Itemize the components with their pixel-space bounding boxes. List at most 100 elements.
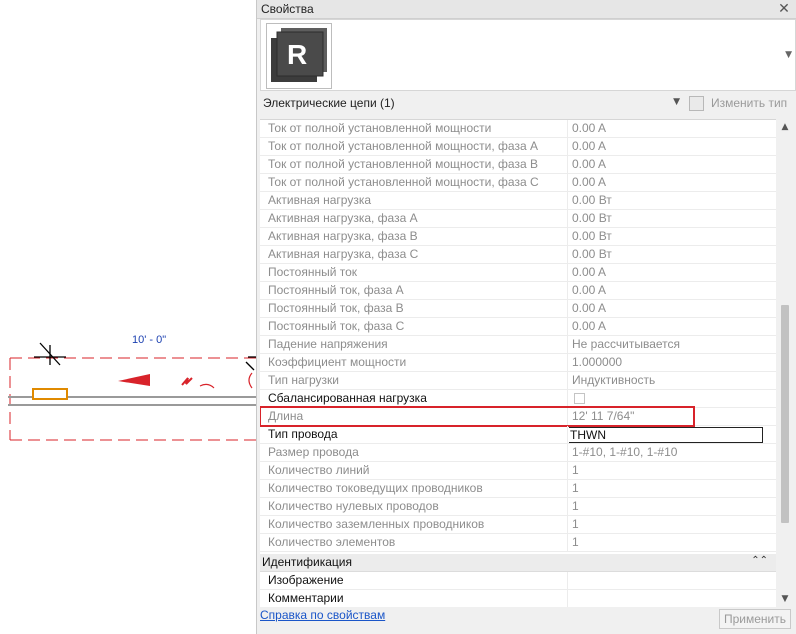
property-name: Тип провода [260,426,568,444]
property-value[interactable] [569,572,776,590]
property-row[interactable]: Комментарии [260,590,776,607]
property-value[interactable] [569,590,776,607]
property-row[interactable]: Размер провода 1-#10, 1-#10, 1-#10 [260,444,776,462]
property-name: Коэффициент мощности [260,354,568,372]
property-name: Комментарии [260,590,568,607]
property-row-length[interactable]: Длина 12' 11 7/64" [260,406,776,427]
property-name: Активная нагрузка, фаза B [260,228,568,246]
property-row[interactable]: Количество нулевых проводов 1 [260,498,776,516]
property-row[interactable]: Активная нагрузка, фаза C 0.00 Вт [260,246,776,264]
scrollbar-thumb[interactable] [781,305,789,523]
property-name: Количество элементов [260,534,568,552]
property-name: Ток от полной установленной мощности [260,120,568,138]
selection-filter-row: Электрические цепи (1) ▼ Изменить тип [260,93,796,115]
property-name: Размер провода [260,444,568,462]
property-row[interactable]: Количество линий 1 [260,462,776,480]
property-row[interactable]: Количество заземленных проводников 1 [260,516,776,534]
properties-palette: Свойства ✕ R ▼ Электрические цепи (1) ▼ … [256,0,796,634]
property-name: Постоянный ток, фаза B [260,300,568,318]
edit-type-button[interactable]: Изменить тип [687,93,791,115]
type-thumbnail: R [266,23,332,89]
property-value: 0.00 A [572,139,607,153]
edit-type-icon [689,96,704,111]
property-name: Сбалансированная нагрузка [260,390,568,408]
property-row[interactable]: Количество элементов 1 [260,534,776,552]
revit-logo-icon: R [271,28,327,82]
close-icon[interactable]: ✕ [777,1,791,17]
property-value: 0.00 A [572,157,607,171]
property-value [569,390,776,408]
property-name: Ток от полной установленной мощности, фа… [260,156,568,174]
property-name: Активная нагрузка, фаза A [260,210,568,228]
circuit-drawing [8,342,256,441]
property-row-wire-type[interactable]: Тип провода THWN [260,426,776,444]
apply-button[interactable]: Применить [719,609,791,629]
type-selector[interactable]: R ▼ [260,19,796,91]
scroll-up-icon[interactable]: ▲ [776,119,794,135]
collapse-chevron-icon[interactable]: ⌃⌃ [751,555,768,566]
properties-scrollbar[interactable]: ▲ ▼ [776,119,794,607]
property-name: Количество нулевых проводов [260,498,568,516]
property-name: Постоянный ток [260,264,568,282]
property-name: Ток от полной установленной мощности, фа… [260,138,568,156]
property-name: Количество заземленных проводников [260,516,568,534]
property-row[interactable]: Постоянный ток, фаза B 0.00 A [260,300,776,318]
properties-grid: Ток от полной установленной мощности 0.0… [260,119,776,607]
property-row[interactable]: Коэффициент мощности 1.000000 [260,354,776,372]
property-value: THWN [569,426,776,444]
property-row[interactable]: Изображение [260,572,776,590]
panel-bracket [248,372,253,389]
property-row[interactable]: Падение напряжения Не рассчитывается [260,336,776,354]
property-value: 1 [572,463,579,477]
selection-filter-label: Электрические цепи (1) [263,96,395,110]
electrical-device [32,388,68,400]
property-row[interactable]: Постоянный ток, фаза C 0.00 A [260,318,776,336]
property-row[interactable]: Ток от полной установленной мощности, фа… [260,174,776,192]
property-value: 0.00 A [572,265,607,279]
chevron-down-icon: ▼ [673,97,680,107]
property-name: Тип нагрузки [260,372,568,390]
chevron-down-icon[interactable]: ▼ [785,50,792,60]
circuit-direction-arrow [118,374,150,386]
dimension-label: 10' - 0" [132,334,167,346]
property-row[interactable]: Ток от полной установленной мощности, фа… [260,138,776,156]
property-value: Индуктивность [572,373,656,387]
property-row[interactable]: Постоянный ток, фаза A 0.00 A [260,282,776,300]
wire-type-input[interactable]: THWN [569,427,763,443]
property-value: 0.00 A [572,283,607,297]
property-value: 1 [572,517,579,531]
drawing-canvas[interactable]: 10' - 0" [0,0,256,634]
property-value: 1 [572,481,579,495]
property-row[interactable]: Ток от полной установленной мощности 0.0… [260,120,776,138]
property-name: Длина [260,408,568,426]
revit-logo-letter: R [287,39,307,70]
property-name: Постоянный ток, фаза A [260,282,568,300]
property-name: Количество линий [260,462,568,480]
property-value: 0.00 A [572,121,607,135]
property-value: 1.000000 [572,355,623,369]
property-name: Изображение [260,572,568,590]
group-header-identification[interactable]: Идентификация ⌃⌃ [260,554,776,572]
property-value: 1-#10, 1-#10, 1-#10 [572,445,678,459]
property-name: Падение напряжения [260,336,568,354]
property-row[interactable]: Активная нагрузка, фаза B 0.00 Вт [260,228,776,246]
property-row[interactable]: Постоянный ток 0.00 A [260,264,776,282]
property-value: 0.00 A [572,319,607,333]
property-row[interactable]: Активная нагрузка 0.00 Вт [260,192,776,210]
property-row[interactable]: Активная нагрузка, фаза A 0.00 Вт [260,210,776,228]
property-name: Количество токоведущих проводников [260,480,568,498]
property-row[interactable]: Тип нагрузки Индуктивность [260,372,776,390]
property-value: 0.00 Вт [572,247,612,261]
property-value: 0.00 Вт [572,193,612,207]
property-value: 1 [572,535,579,549]
property-name: Постоянный ток, фаза C [260,318,568,336]
properties-help-link[interactable]: Справка по свойствам [260,608,385,622]
property-value: Не рассчитывается [572,337,681,351]
selection-filter-dropdown[interactable]: Электрические цепи (1) ▼ [260,93,684,115]
property-row[interactable]: Количество токоведущих проводников 1 [260,480,776,498]
property-row-balanced-load[interactable]: Сбалансированная нагрузка [260,390,776,408]
scroll-down-icon[interactable]: ▼ [776,591,794,607]
property-row[interactable]: Ток от полной установленной мощности, фа… [260,156,776,174]
property-name: Активная нагрузка [260,192,568,210]
balanced-load-checkbox[interactable] [574,393,585,404]
